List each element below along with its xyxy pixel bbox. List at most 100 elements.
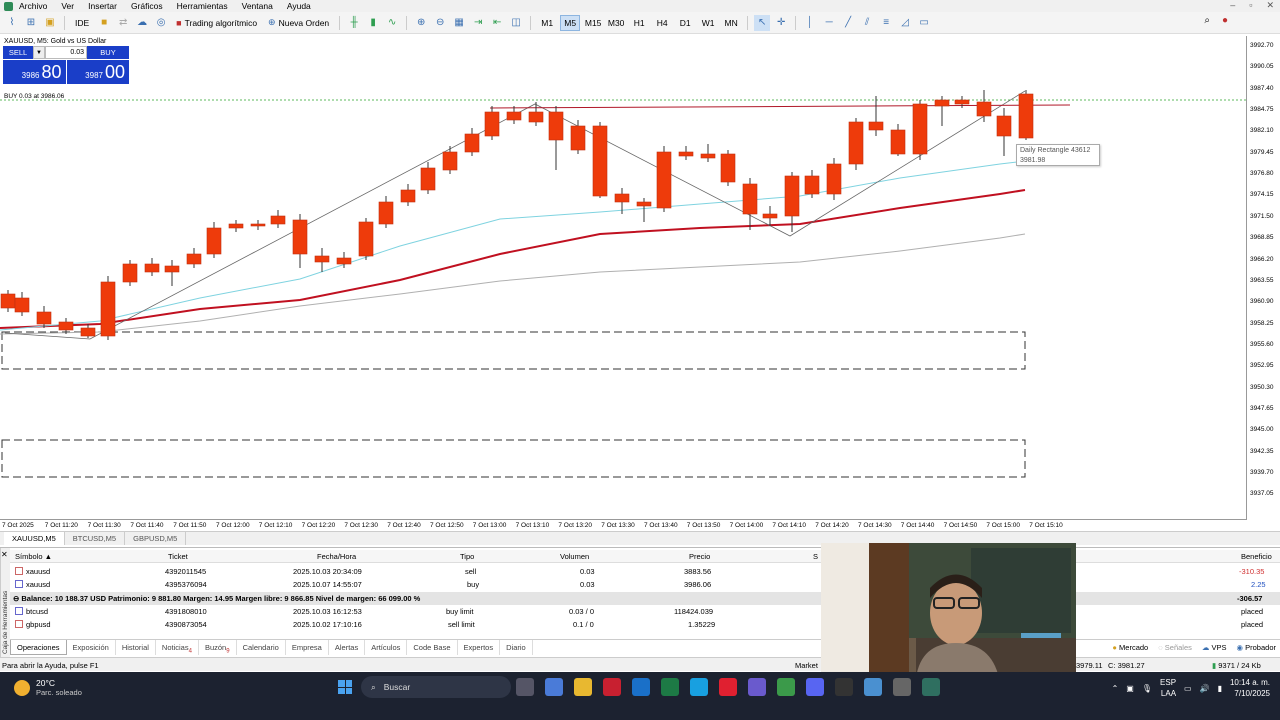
taskbar-search[interactable]: ⌕ Buscar	[361, 676, 511, 698]
crosshair-icon[interactable]: ✛	[773, 15, 789, 31]
col-type[interactable]: Tipo	[460, 552, 474, 561]
volume-dropdown-icon[interactable]: ▼	[33, 46, 45, 59]
mic-icon[interactable]: 🎙	[1142, 684, 1152, 693]
new-chart-icon[interactable]: ⊞	[23, 15, 39, 31]
table-row[interactable]: xauusd 4392011545 2025.10.03 20:34:09 se…	[10, 565, 1280, 578]
terminal-icon[interactable]	[835, 678, 853, 696]
cloud-icon[interactable]: ☁	[134, 15, 150, 31]
close-icon[interactable]: ✕	[1266, 0, 1274, 11]
tab-diario[interactable]: Diario	[500, 640, 533, 655]
menu-ventana[interactable]: Ventana	[242, 1, 273, 11]
tf-w1[interactable]: W1	[698, 15, 718, 31]
tab-exposicion[interactable]: Exposición	[67, 640, 116, 655]
outlook-icon[interactable]	[632, 678, 650, 696]
col-sl[interactable]: S	[813, 552, 818, 561]
channel-icon[interactable]: ⫽	[859, 15, 875, 31]
language-indicator[interactable]: ESP LAA	[1160, 677, 1176, 699]
zoom-in-icon[interactable]: ⊕	[413, 15, 429, 31]
chart-type-icon[interactable]: ⌇	[4, 15, 20, 31]
menu-ayuda[interactable]: Ayuda	[287, 1, 311, 11]
tf-m1[interactable]: M1	[537, 15, 557, 31]
chrome-icon[interactable]	[777, 678, 795, 696]
sell-button[interactable]: SELL	[3, 46, 33, 59]
metatrader-icon[interactable]	[603, 678, 621, 696]
tab-alertas[interactable]: Alertas	[329, 640, 366, 655]
tf-d1[interactable]: D1	[675, 15, 695, 31]
candles-icon[interactable]: ▮	[365, 15, 381, 31]
opera-icon[interactable]	[719, 678, 737, 696]
vertical-line-icon[interactable]: │	[802, 15, 818, 31]
tab-noticias[interactable]: Noticias4	[156, 640, 199, 655]
col-symbol[interactable]: Símbolo ▲	[15, 552, 52, 561]
cursor-icon[interactable]: ↖	[754, 14, 771, 31]
menu-ver[interactable]: Ver	[61, 1, 74, 11]
sync-icon[interactable]: ⇄	[115, 15, 131, 31]
search-icon[interactable]: ⌕	[1204, 15, 1210, 26]
col-volume[interactable]: Volumen	[560, 552, 589, 561]
battery-icon[interactable]: ▮	[1218, 684, 1222, 693]
chart-window[interactable]: XAUUSD, M5: Gold vs US Dollar SELL ▼ 0.0…	[0, 36, 1280, 530]
menu-herramientas[interactable]: Herramientas	[177, 1, 228, 11]
weather-widget[interactable]: 20°C Parc. soleado	[14, 678, 82, 697]
ide-button[interactable]: IDE	[71, 15, 93, 31]
windows-start-icon[interactable]	[338, 680, 352, 694]
tab-articulos[interactable]: Artículos	[365, 640, 408, 655]
buy-price[interactable]: 3987 00	[66, 60, 129, 84]
tab-operaciones[interactable]: Operaciones	[10, 640, 67, 655]
tab-empresa[interactable]: Empresa	[286, 640, 329, 655]
col-datetime[interactable]: Fecha/Hora	[317, 552, 356, 561]
maximize-icon[interactable]: ▫	[1249, 0, 1252, 11]
clock-app-icon[interactable]	[922, 678, 940, 696]
tray-app-icon[interactable]: ▣	[1126, 684, 1134, 693]
tf-mn[interactable]: MN	[721, 15, 741, 31]
zoom-out-icon[interactable]: ⊖	[432, 15, 448, 31]
menu-graficos[interactable]: Gráficos	[131, 1, 163, 11]
display-icon[interactable]: ▭	[1184, 684, 1192, 693]
table-row[interactable]: xauusd 4395376094 2025.10.07 14:55:07 bu…	[10, 578, 1280, 591]
templates-icon[interactable]: ▣	[42, 15, 58, 31]
close-icon[interactable]: ✕	[1, 550, 8, 559]
buy-button[interactable]: BUY	[87, 46, 129, 59]
discord-icon[interactable]	[806, 678, 824, 696]
tab-historial[interactable]: Historial	[116, 640, 156, 655]
notifications-icon[interactable]: ●	[1222, 15, 1228, 26]
sell-price[interactable]: 3986 80	[3, 60, 66, 84]
table-row[interactable]: btcusd 4391808010 2025.10.03 16:12:53 bu…	[10, 605, 1280, 618]
tab-calendario[interactable]: Calendario	[237, 640, 286, 655]
volume-icon[interactable]: 🔊	[1200, 684, 1210, 693]
trendline-icon[interactable]: ╱	[840, 15, 856, 31]
chart-shift-icon[interactable]: ⇤	[489, 15, 505, 31]
col-profit[interactable]: Beneficio	[1241, 552, 1272, 561]
new-order-button[interactable]: ⊕ Nueva Orden	[264, 15, 333, 31]
chart-tab-btcusd[interactable]: BTCUSD,M5	[65, 532, 126, 545]
tf-h1[interactable]: H1	[629, 15, 649, 31]
tf-m15[interactable]: M15	[583, 15, 603, 31]
bars-icon[interactable]: ╫	[346, 15, 362, 31]
chart-tab-gbpusd[interactable]: GBPUSD,M5	[125, 532, 187, 545]
time-scale[interactable]: 7 Oct 2025 7 Oct 11:20 7 Oct 11:30 7 Oct 11…	[0, 519, 1246, 530]
chart-tab-xauusd[interactable]: XAUUSD,M5	[4, 532, 65, 545]
tab-expertos[interactable]: Expertos	[458, 640, 501, 655]
market-button[interactable]: ● Mercado	[1112, 643, 1148, 652]
teams-icon[interactable]	[748, 678, 766, 696]
clock[interactable]: 10:14 a. m. 7/10/2025	[1230, 677, 1270, 699]
col-ticket[interactable]: Ticket	[168, 552, 188, 561]
lock-icon[interactable]: ■	[96, 15, 112, 31]
table-row[interactable]: gbpusd 4390873054 2025.10.02 17:10:16 se…	[10, 618, 1280, 631]
shapes-icon[interactable]: ▭	[916, 15, 932, 31]
calculator-icon[interactable]	[893, 678, 911, 696]
tile-icon[interactable]: ▦	[451, 15, 467, 31]
tray-arrow-icon[interactable]: ⌃	[1112, 684, 1119, 693]
algo-trading-button[interactable]: ■ Trading algorítmico	[172, 15, 261, 31]
fibonacci-icon[interactable]: ≡	[878, 15, 894, 31]
tab-code-base[interactable]: Code Base	[407, 640, 458, 655]
screenshot-icon[interactable]: ◫	[508, 15, 524, 31]
signals-button[interactable]: ◌ Señales	[1158, 643, 1192, 652]
col-price[interactable]: Precio	[689, 552, 710, 561]
excel-icon[interactable]	[661, 678, 679, 696]
tab-buzon[interactable]: Buzón9	[199, 640, 237, 655]
price-chart[interactable]	[0, 36, 1246, 519]
menu-archivo[interactable]: Archivo	[19, 1, 47, 11]
volume-input[interactable]: 0.03	[45, 46, 87, 59]
tf-h4[interactable]: H4	[652, 15, 672, 31]
